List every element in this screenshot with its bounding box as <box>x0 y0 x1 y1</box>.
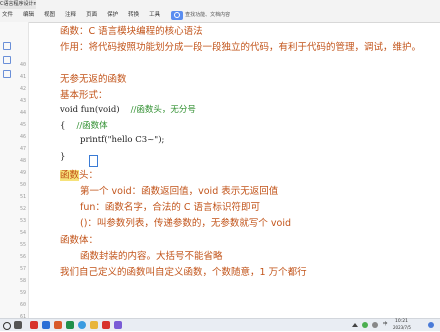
menu-edit[interactable]: 编辑 <box>18 9 39 21</box>
pdf-app-icon[interactable] <box>102 321 110 329</box>
doc-line-custom: 我们自己定义的函数叫自定义函数，个数随意，1 万个都行 <box>60 267 307 278</box>
line-number: 57 <box>19 266 26 272</box>
line-number: 45 <box>19 122 26 128</box>
code-text: { <box>60 121 66 131</box>
menu-protect[interactable]: 保护 <box>102 9 123 21</box>
doc-line-param-list: ()：叫参数列表，传递参数的，无参数就写个 void <box>80 218 292 229</box>
line-number: 43 <box>19 98 26 104</box>
folder-app-icon[interactable] <box>90 321 98 329</box>
line-number: 48 <box>19 158 26 164</box>
line-number: 50 <box>19 182 26 188</box>
highlighted-text[interactable]: 函数 <box>60 170 80 181</box>
line-number: 44 <box>19 110 26 116</box>
doc-line-purpose: 作用：将代码按照功能划分成一段一段独立的代码，有利于代码的管理，调试，维护。 <box>60 42 422 53</box>
line-number: 51 <box>19 194 26 200</box>
code-comment: //函数体 <box>76 121 108 131</box>
line-number: 52 <box>19 206 26 212</box>
wps-app-icon[interactable] <box>30 321 38 329</box>
code-line-header: void fun(void) //函数头，无分号 <box>60 103 196 115</box>
menu-tools[interactable]: 工具 <box>144 9 165 21</box>
doc-line-func-head: 函数头： <box>60 167 98 181</box>
line-number: 59 <box>19 290 26 296</box>
word-app-icon[interactable] <box>42 321 50 329</box>
top-toolbar: C语言程序设计new.pdf 文件 编辑 视图 注释 页面 保护 转换 工具 查… <box>0 0 440 23</box>
network-icon[interactable] <box>362 322 368 328</box>
menu-page[interactable]: 页面 <box>81 9 102 21</box>
line-number: 53 <box>19 218 26 224</box>
app-icon[interactable] <box>114 321 122 329</box>
code-line-open-brace: { //函数体 <box>60 119 108 131</box>
menu-file[interactable]: 文件 <box>0 9 18 21</box>
code-comment: //函数头，无分号 <box>130 105 196 115</box>
code-text: void fun(void) <box>60 105 120 115</box>
doc-line-first-void: 第一个 void：函数返回值，void 表示无返回值 <box>80 186 279 197</box>
input-language[interactable]: 中 <box>383 321 388 329</box>
chevron-up-icon[interactable] <box>352 323 358 327</box>
doc-line-body-desc: 函数封装的内容。大括号不能省略 <box>80 251 223 262</box>
line-number: 60 <box>19 302 26 308</box>
line-number: 55 <box>19 242 26 248</box>
line-number: 54 <box>19 230 26 236</box>
line-number: 42 <box>19 86 26 92</box>
volume-icon[interactable] <box>372 322 378 328</box>
doc-line-title: 函数：C 语言模块编程的核心语法 <box>60 26 203 37</box>
taskbar: 中 10:21 2023/7/5 <box>0 318 440 331</box>
text-cursor <box>89 155 98 167</box>
code-line-close-brace: } <box>60 152 66 162</box>
menu-bar: 文件 编辑 视图 注释 页面 保护 转换 工具 查找功能、文档内容 <box>0 9 235 21</box>
menu-convert[interactable]: 转换 <box>123 9 144 21</box>
search-icon[interactable] <box>3 322 11 330</box>
line-number: 49 <box>19 170 26 176</box>
browser-app-icon[interactable] <box>78 321 86 329</box>
document-page: 函数：C 语言模块编程的核心语法 作用：将代码按照功能划分成一段一段独立的代码，… <box>29 22 440 323</box>
menu-annotate[interactable]: 注释 <box>60 9 81 21</box>
doc-line-heading: 无参无返的函数 <box>60 74 127 85</box>
line-number: 46 <box>19 134 26 140</box>
tray-date[interactable]: 2023/7/5 <box>393 325 411 331</box>
task-view-icon[interactable] <box>14 321 22 329</box>
line-number: 56 <box>19 254 26 260</box>
doc-line-fun-name: fun：函数名字，合法的 C 语言标识符即可 <box>80 202 261 213</box>
code-line-printf: printf("hello C3~"); <box>80 135 165 145</box>
line-number: 41 <box>19 74 26 80</box>
doc-text: 头： <box>79 170 99 181</box>
doc-line-form: 基本形式： <box>60 90 108 101</box>
doc-line-func-body: 函数体： <box>60 235 99 246</box>
menu-view[interactable]: 视图 <box>39 9 60 21</box>
excel-app-icon[interactable] <box>66 321 74 329</box>
search-icon[interactable] <box>171 10 184 20</box>
line-number: 40 <box>19 62 26 68</box>
bookmark-icon[interactable] <box>3 42 11 50</box>
file-tab[interactable]: C语言程序设计new.pdf <box>0 0 36 9</box>
search-area[interactable]: 查找功能、文档内容 <box>165 9 235 21</box>
ppt-app-icon[interactable] <box>54 321 62 329</box>
search-placeholder: 查找功能、文档内容 <box>185 12 231 18</box>
notification-icon[interactable] <box>428 322 434 328</box>
line-number: 47 <box>19 146 26 152</box>
line-number: 58 <box>19 278 26 284</box>
line-number-gutter: 40 41 42 43 44 45 46 47 48 49 50 51 52 5… <box>0 22 29 332</box>
